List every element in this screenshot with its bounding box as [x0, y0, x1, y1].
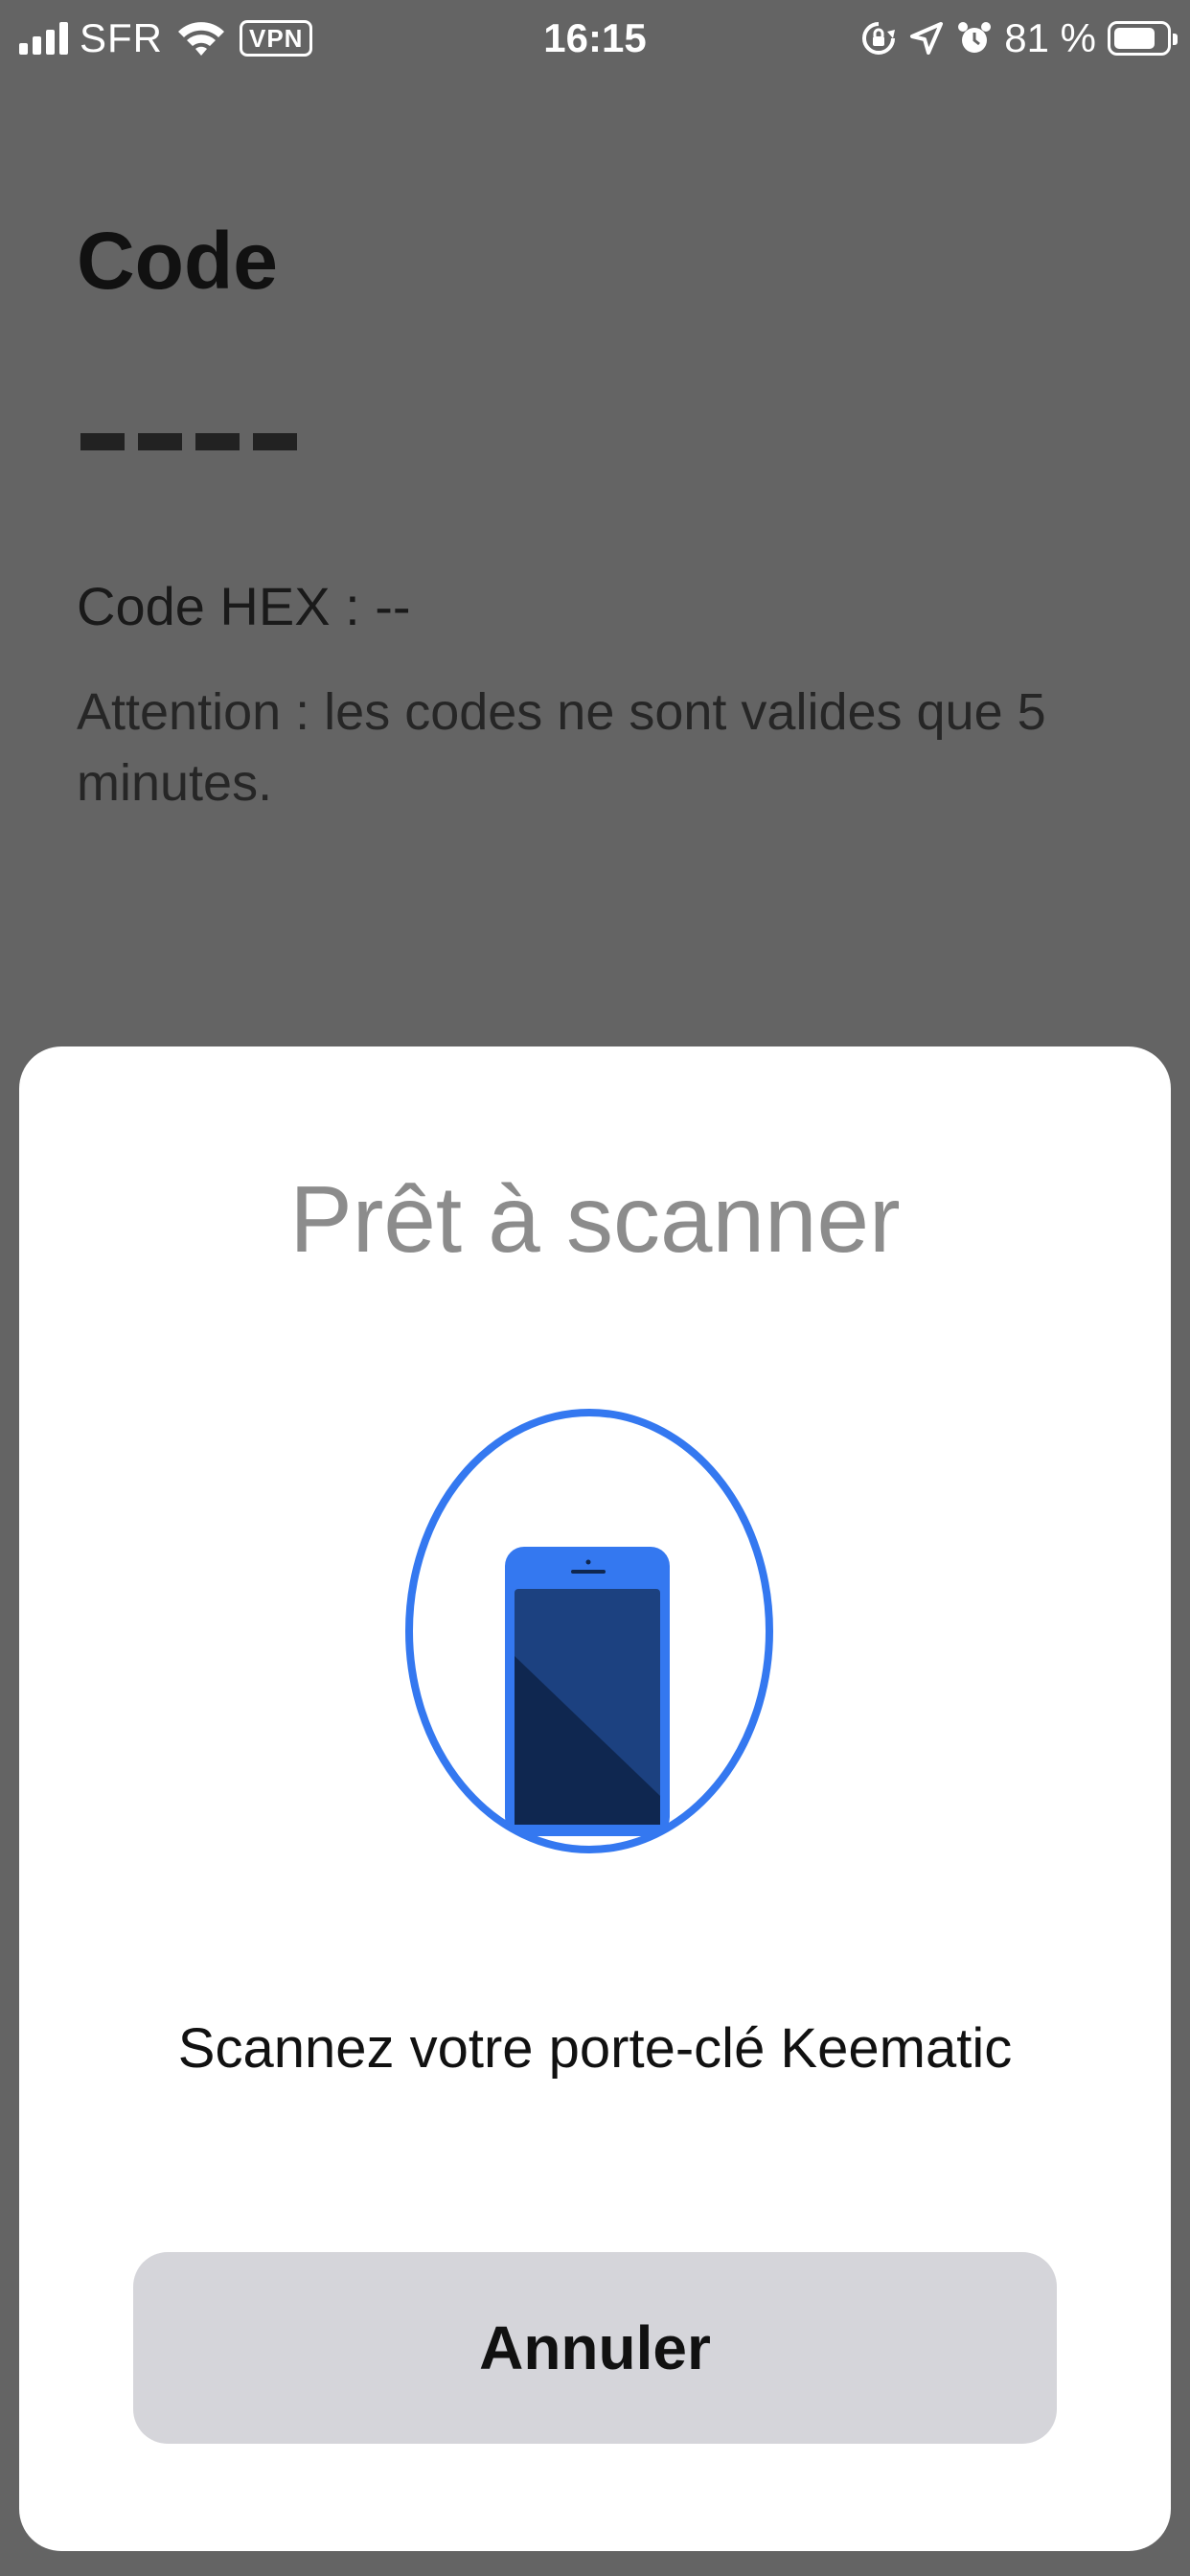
validity-warning: Attention : les codes ne sont valides qu… [77, 683, 1046, 812]
phone-scan-icon [405, 1409, 773, 1853]
status-bar: SFR VPN 16:15 81 % [0, 0, 1190, 77]
battery-icon [1108, 21, 1178, 56]
cancel-button[interactable]: Annuler [133, 2252, 1057, 2444]
code-placeholder [80, 433, 297, 450]
status-bar-right: 81 % [860, 13, 1178, 63]
scan-sheet-title: Prêt à scanner [289, 1166, 901, 1272]
scan-sheet: Prêt à scanner Scannez votre porte-clé K… [19, 1046, 1171, 2551]
battery-percentage: 81 % [1004, 15, 1096, 60]
battery-level-fill [1114, 28, 1155, 49]
location-icon [910, 22, 944, 55]
code-hex-label: Code HEX : -- [77, 576, 411, 636]
orientation-lock-icon [862, 22, 896, 55]
scan-instruction: Scannez votre porte-clé Keematic [177, 2017, 1013, 2080]
page-title: Code [77, 216, 278, 306]
alarm-icon [958, 22, 992, 53]
